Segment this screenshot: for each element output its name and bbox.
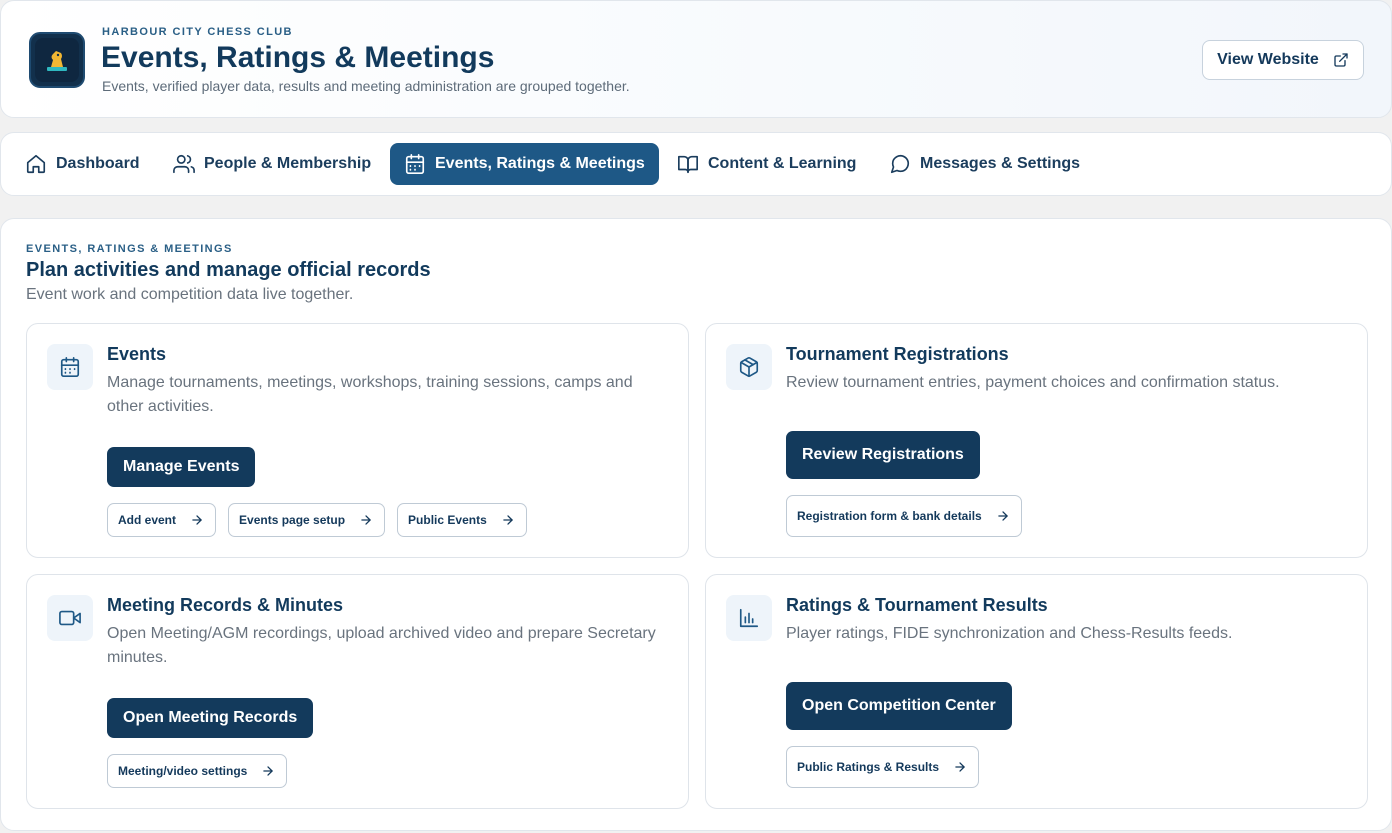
section-title: Plan activities and manage official reco… <box>26 259 431 281</box>
link-label: Registration form & bank details <box>797 509 982 523</box>
page-header: HARBOUR CITY CHESS CLUB Events, Ratings … <box>0 0 1392 118</box>
arrow-right-icon <box>361 515 371 525</box>
message-icon <box>890 154 910 174</box>
calendar-icon <box>60 357 80 377</box>
users-icon <box>173 154 195 174</box>
external-link-icon <box>1334 53 1348 67</box>
card-tournament-registrations: Tournament Registrations Review tourname… <box>705 323 1368 558</box>
meeting-video-settings-link[interactable]: Meeting/video settings <box>107 754 288 788</box>
card-meeting-records: Meeting Records & Minutes Open Meeting/A… <box>26 574 689 809</box>
card-links: Meeting/video settings <box>107 754 288 788</box>
tab-dashboard[interactable]: Dashboard <box>11 143 154 185</box>
card-links: Public Ratings & Results <box>786 746 980 788</box>
section-eyebrow: EVENTS, RATINGS & MEETINGS <box>26 243 233 255</box>
tab-messages-settings[interactable]: Messages & Settings <box>875 143 1094 185</box>
card-title: Meeting Records & Minutes <box>107 595 344 615</box>
tab-content-learning[interactable]: Content & Learning <box>663 143 870 185</box>
view-website-button[interactable]: View Website <box>1202 40 1364 80</box>
add-event-link[interactable]: Add event <box>107 503 217 537</box>
link-label: Add event <box>118 513 177 527</box>
tab-people-membership[interactable]: People & Membership <box>159 143 385 185</box>
events-page-setup-link[interactable]: Events page setup <box>228 503 386 537</box>
package-icon <box>739 357 759 378</box>
card-title: Tournament Registrations <box>786 344 1009 364</box>
view-website-label: View Website <box>1217 51 1319 68</box>
calendar-icon <box>405 154 425 174</box>
card-description: Open Meeting/AGM recordings, upload arch… <box>107 625 656 666</box>
open-meeting-records-button[interactable]: Open Meeting Records <box>107 698 314 738</box>
main-panel: EVENTS, RATINGS & MEETINGS Plan activiti… <box>0 218 1392 831</box>
chess-piece-icon <box>47 51 67 71</box>
review-registrations-button[interactable]: Review Registrations <box>786 431 980 479</box>
bar-chart-icon <box>739 608 759 628</box>
tab-label: Messages & Settings <box>920 155 1081 172</box>
card-links: Add event Events page setup Public Event… <box>107 503 527 537</box>
arrow-right-icon <box>955 762 965 772</box>
home-icon <box>26 154 46 174</box>
link-label: Meeting/video settings <box>118 764 248 778</box>
open-competition-center-button[interactable]: Open Competition Center <box>786 682 1012 730</box>
link-label: Events page setup <box>239 513 346 527</box>
tab-label: Events, Ratings & Meetings <box>435 155 645 172</box>
page-title: Events, Ratings & Meetings <box>101 41 495 74</box>
arrow-right-icon <box>503 515 513 525</box>
page-subtitle: Events, verified player data, results an… <box>102 78 630 94</box>
video-icon <box>59 610 81 626</box>
arrow-right-icon <box>192 515 202 525</box>
book-icon <box>678 155 698 174</box>
card-description: Manage tournaments, meetings, workshops,… <box>107 374 633 415</box>
card-description: Player ratings, FIDE synchronization and… <box>786 625 1233 642</box>
card-title: Events <box>107 344 167 364</box>
card-ratings-results: Ratings & Tournament Results Player rati… <box>705 574 1368 809</box>
club-name: HARBOUR CITY CHESS CLUB <box>102 26 293 38</box>
arrow-right-icon <box>263 766 274 776</box>
card-links: Registration form & bank details <box>786 495 1022 537</box>
manage-events-button[interactable]: Manage Events <box>107 447 256 487</box>
section-subtitle: Event work and competition data live tog… <box>26 286 354 303</box>
tab-label: Content & Learning <box>708 155 857 172</box>
tab-label: People & Membership <box>204 155 372 172</box>
link-label: Public Events <box>408 513 487 527</box>
card-title: Ratings & Tournament Results <box>786 595 1048 615</box>
club-logo <box>29 32 85 88</box>
public-ratings-results-link[interactable]: Public Ratings & Results <box>786 746 980 788</box>
card-events: Events Manage tournaments, meetings, wor… <box>26 323 689 558</box>
public-events-link[interactable]: Public Events <box>397 503 527 537</box>
card-description: Review tournament entries, payment choic… <box>786 374 1280 391</box>
main-nav: Dashboard People & Membership Events, Ra… <box>0 132 1392 196</box>
tab-label: Dashboard <box>56 155 140 172</box>
registration-form-link[interactable]: Registration form & bank details <box>786 495 1022 537</box>
tab-events-ratings-meetings[interactable]: Events, Ratings & Meetings <box>390 143 659 185</box>
link-label: Public Ratings & Results <box>797 760 940 774</box>
arrow-right-icon <box>997 511 1008 521</box>
